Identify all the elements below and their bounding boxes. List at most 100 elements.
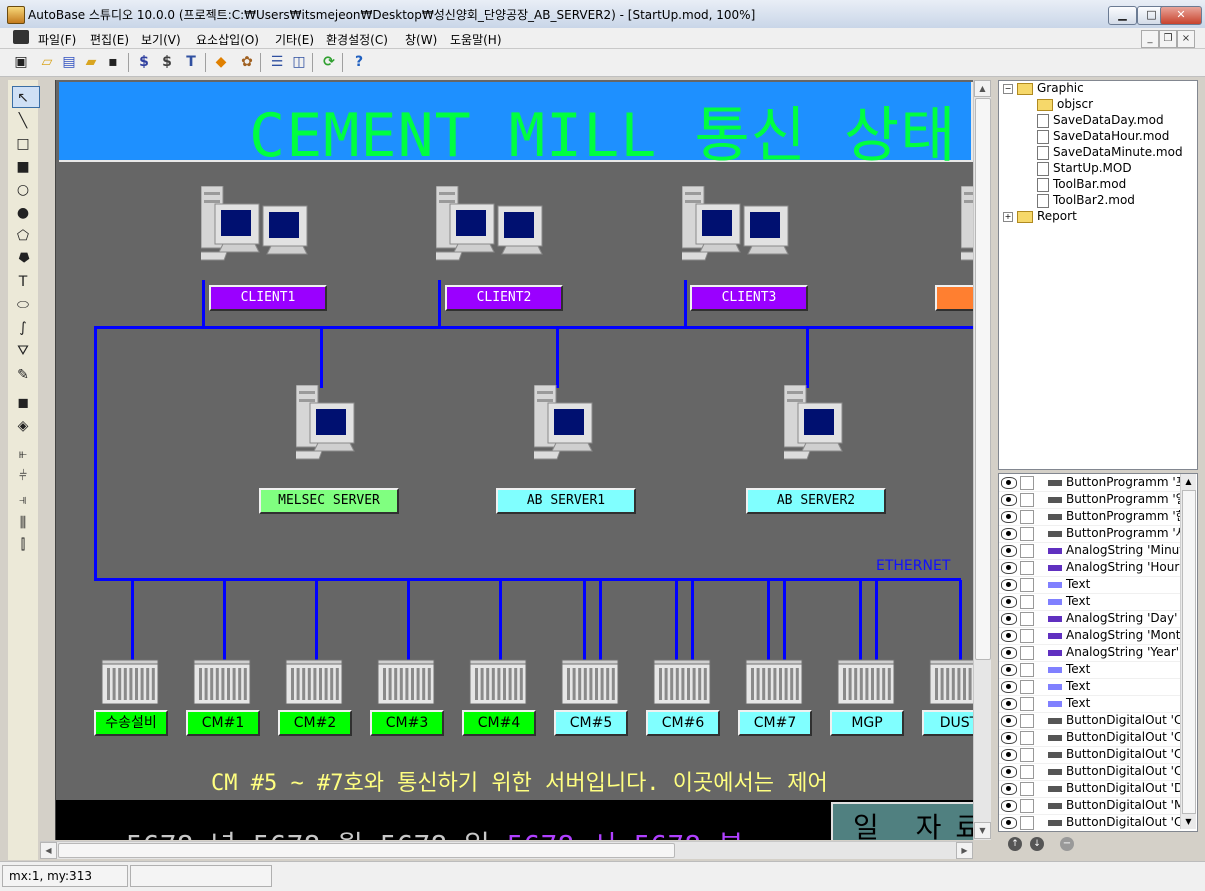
lock-checkbox[interactable] xyxy=(1020,577,1034,592)
object-row[interactable]: ButtonProgramm '프 xyxy=(999,474,1180,492)
tree-node-file[interactable]: SaveDataHour.mod xyxy=(1037,129,1169,145)
client-computer-icon[interactable] xyxy=(201,186,319,276)
plc-label[interactable]: CM#3 xyxy=(370,710,444,736)
settings-icon[interactable]: ✿ xyxy=(238,53,256,71)
lock-checkbox[interactable] xyxy=(1020,475,1034,490)
3d-box-icon[interactable]: ◼ xyxy=(10,393,36,413)
plc-rack-icon[interactable] xyxy=(561,658,619,704)
server-computer-icon[interactable] xyxy=(296,385,368,473)
plc-label[interactable]: CM#6 xyxy=(646,710,720,736)
layer-icon[interactable]: ◈ xyxy=(10,416,36,436)
distribute-horizontal-icon[interactable]: ⫼ xyxy=(10,513,36,533)
lock-checkbox[interactable] xyxy=(1020,747,1034,762)
menu-file[interactable]: 파일(F) xyxy=(38,31,76,48)
object-row[interactable]: AnalogString 'Day' xyxy=(999,610,1180,628)
visibility-eye-icon[interactable] xyxy=(1001,544,1017,557)
object-list-scrollbar[interactable]: ▲ ▼ xyxy=(1180,474,1196,829)
visibility-eye-icon[interactable] xyxy=(1001,765,1017,778)
lock-checkbox[interactable] xyxy=(1020,713,1034,728)
object-row[interactable]: Text xyxy=(999,678,1180,696)
plc-label[interactable]: CM#7 xyxy=(738,710,812,736)
server-label[interactable]: AB SERVER1 xyxy=(496,488,636,514)
object-row[interactable]: ButtonDigitalOut 'CN xyxy=(999,712,1180,730)
move-up-icon[interactable]: ↑ xyxy=(1008,837,1022,851)
object-row[interactable]: ButtonDigitalOut 'CN xyxy=(999,729,1180,747)
visibility-eye-icon[interactable] xyxy=(1001,578,1017,591)
object-row[interactable]: AnalogString 'Hour' xyxy=(999,559,1180,577)
lock-checkbox[interactable] xyxy=(1020,560,1034,575)
horizontal-scroll-thumb[interactable] xyxy=(58,843,675,858)
distribute-vertical-icon[interactable]: ⫿ xyxy=(10,535,36,555)
align-center-icon[interactable]: ⫩ xyxy=(10,466,36,486)
pointer-icon[interactable]: ↖ xyxy=(10,88,36,108)
plc-rack-icon[interactable] xyxy=(101,658,159,704)
server-computer-icon[interactable] xyxy=(534,385,606,473)
client-computer-icon[interactable] xyxy=(682,186,800,276)
visibility-eye-icon[interactable] xyxy=(1001,663,1017,676)
canvas-vertical-scrollbar[interactable]: ▲ ▼ xyxy=(973,80,991,840)
lock-checkbox[interactable] xyxy=(1020,730,1034,745)
collapse-icon[interactable]: − xyxy=(1003,83,1013,94)
server-computer-icon[interactable] xyxy=(784,385,856,473)
visibility-eye-icon[interactable] xyxy=(1001,527,1017,540)
lock-checkbox[interactable] xyxy=(1020,645,1034,660)
visibility-eye-icon[interactable] xyxy=(1001,646,1017,659)
lock-checkbox[interactable] xyxy=(1020,628,1034,643)
object-row[interactable]: ButtonDigitalOut 'MG xyxy=(999,797,1180,815)
lock-checkbox[interactable] xyxy=(1020,696,1034,711)
visibility-eye-icon[interactable] xyxy=(1001,748,1017,761)
object-row[interactable]: ButtonDigitalOut 'CN xyxy=(999,814,1180,831)
menu-settings[interactable]: 환경설정(C) xyxy=(326,31,388,48)
lock-checkbox[interactable] xyxy=(1020,509,1034,524)
curve-icon[interactable]: ∫ xyxy=(10,318,36,338)
move-down-icon[interactable]: ↓ xyxy=(1030,837,1044,851)
tree-node-file[interactable]: ToolBar2.mod xyxy=(1037,193,1135,209)
visibility-eye-icon[interactable] xyxy=(1001,799,1017,812)
visibility-eye-icon[interactable] xyxy=(1001,561,1017,574)
plc-label[interactable]: CM#1 xyxy=(186,710,260,736)
split-horizontal-icon[interactable]: ☰ xyxy=(268,53,286,71)
lock-checkbox[interactable] xyxy=(1020,543,1034,558)
mdi-minimize-button[interactable]: _ xyxy=(1141,30,1159,48)
scroll-up-button[interactable]: ▲ xyxy=(974,80,991,97)
plc-label[interactable]: CM#5 xyxy=(554,710,628,736)
menu-insert[interactable]: 요소삽입(O) xyxy=(196,31,259,48)
plc-label[interactable]: CM#4 xyxy=(462,710,536,736)
dollar-icon[interactable]: $ xyxy=(135,53,153,71)
plc-rack-icon[interactable] xyxy=(285,658,343,704)
object-row[interactable]: AnalogString 'Year' xyxy=(999,644,1180,662)
object-row[interactable]: ButtonDigitalOut 'CN xyxy=(999,746,1180,764)
client-label[interactable]: CLIENT1 xyxy=(209,285,327,311)
arc-tool-icon[interactable]: ⛛ xyxy=(10,341,36,361)
split-vertical-icon[interactable]: ◫ xyxy=(290,53,308,71)
plc-rack-icon[interactable] xyxy=(377,658,435,704)
folder-open-icon[interactable]: ▰ xyxy=(82,53,100,71)
scroll-right-button[interactable]: ▶ xyxy=(956,842,973,859)
visibility-eye-icon[interactable] xyxy=(1001,816,1017,829)
new-icon[interactable]: ▣ xyxy=(12,53,30,71)
client-label[interactable]: PI xyxy=(935,285,974,311)
align-right-icon[interactable]: ⫣ xyxy=(10,490,36,510)
title-banner[interactable]: CEMENT MILL 통신 상태 xyxy=(59,82,973,171)
plc-label[interactable]: CM#2 xyxy=(278,710,352,736)
scroll-left-button[interactable]: ◀ xyxy=(40,842,57,859)
menu-view[interactable]: 보기(V) xyxy=(141,31,181,48)
plc-label[interactable]: MGP xyxy=(830,710,904,736)
tree-node-file[interactable]: SaveDataMinute.mod xyxy=(1037,145,1183,161)
scroll-up-button[interactable]: ▲ xyxy=(1181,474,1196,489)
expand-icon[interactable]: + xyxy=(1003,211,1013,222)
minimize-button[interactable]: ▁ xyxy=(1108,6,1137,25)
scroll-down-button[interactable]: ▼ xyxy=(1181,814,1196,829)
scroll-down-button[interactable]: ▼ xyxy=(974,822,991,839)
line-icon[interactable]: ╲ xyxy=(10,111,36,131)
filled-ellipse-icon[interactable]: ● xyxy=(10,203,36,223)
lock-checkbox[interactable] xyxy=(1020,764,1034,779)
close-button[interactable]: ✕ xyxy=(1160,6,1202,25)
visibility-eye-icon[interactable] xyxy=(1001,493,1017,506)
plc-rack-icon[interactable] xyxy=(193,658,251,704)
tree-node-file[interactable]: StartUp.MOD xyxy=(1037,161,1132,177)
graphic-canvas[interactable]: CEMENT MILL 통신 상태 ETHERNET CLIENT1 CLIEN… xyxy=(55,80,974,840)
plc-label[interactable]: 수송설비 xyxy=(94,710,168,736)
visibility-eye-icon[interactable] xyxy=(1001,714,1017,727)
eyedropper-icon[interactable]: ✎ xyxy=(10,365,36,385)
